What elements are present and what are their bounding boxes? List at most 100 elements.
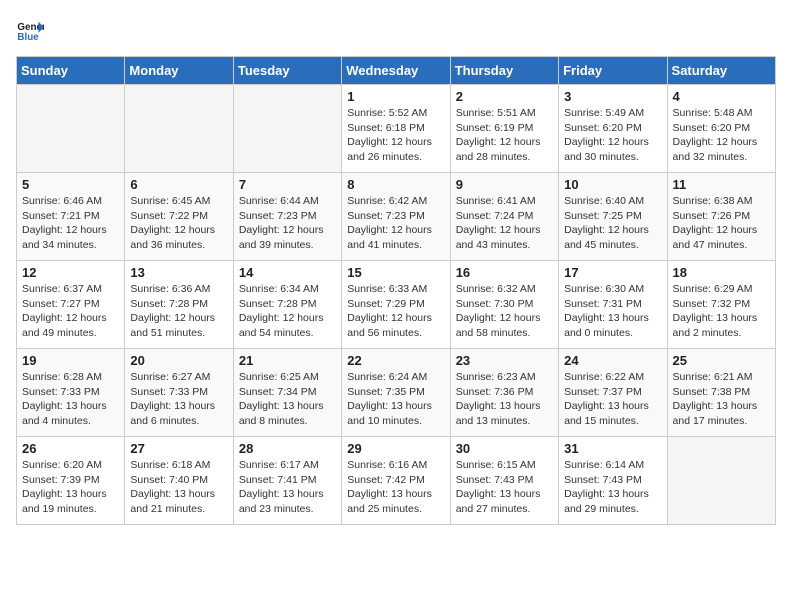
day-number: 13 [130,265,227,280]
day-number: 3 [564,89,661,104]
day-number: 10 [564,177,661,192]
day-info: Sunrise: 5:48 AM Sunset: 6:20 PM Dayligh… [673,106,770,165]
day-number: 16 [456,265,553,280]
calendar-cell: 8 Sunrise: 6:42 AM Sunset: 7:23 PM Daylig… [342,173,450,261]
calendar-cell: 29Sunrise: 6:16 AM Sunset: 7:42 PM Dayli… [342,437,450,525]
day-info: Sunrise: 6:24 AM Sunset: 7:35 PM Dayligh… [347,370,444,429]
day-info: Sunrise: 6:28 AM Sunset: 7:33 PM Dayligh… [22,370,119,429]
day-info: Sunrise: 5:49 AM Sunset: 6:20 PM Dayligh… [564,106,661,165]
day-number: 5 [22,177,119,192]
calendar-cell: 14 Sunrise: 6:34 AM Sunset: 7:28 PM Dayli… [233,261,341,349]
day-number: 2 [456,89,553,104]
day-info: Sunrise: 6:45 AM Sunset: 7:22 PM Dayligh… [130,194,227,253]
calendar-cell: 17Sunrise: 6:30 AM Sunset: 7:31 PM Dayli… [559,261,667,349]
day-info: Sunrise: 6:41 AM Sunset: 7:24 PM Dayligh… [456,194,553,253]
calendar-cell: 10 Sunrise: 6:40 AM Sunset: 7:25 PM Dayli… [559,173,667,261]
header: General Blue [16,16,776,44]
calendar-cell: 11Sunrise: 6:38 AM Sunset: 7:26 PM Dayli… [667,173,775,261]
day-info: Sunrise: 6:32 AM Sunset: 7:30 PM Dayligh… [456,282,553,341]
calendar-cell: 3 Sunrise: 5:49 AM Sunset: 6:20 PM Daylig… [559,85,667,173]
calendar-cell: 1 Sunrise: 5:52 AM Sunset: 6:18 PM Daylig… [342,85,450,173]
day-info: Sunrise: 5:52 AM Sunset: 6:18 PM Dayligh… [347,106,444,165]
svg-text:Blue: Blue [17,32,39,43]
day-number: 7 [239,177,336,192]
day-info: Sunrise: 6:33 AM Sunset: 7:29 PM Dayligh… [347,282,444,341]
day-info: Sunrise: 5:51 AM Sunset: 6:19 PM Dayligh… [456,106,553,165]
day-number: 25 [673,353,770,368]
day-number: 21 [239,353,336,368]
day-info: Sunrise: 6:42 AM Sunset: 7:23 PM Dayligh… [347,194,444,253]
calendar-week-row: 12 Sunrise: 6:37 AM Sunset: 7:27 PM Dayli… [17,261,776,349]
day-info: Sunrise: 6:21 AM Sunset: 7:38 PM Dayligh… [673,370,770,429]
header-cell-monday: Monday [125,57,233,85]
calendar-body: 1 Sunrise: 5:52 AM Sunset: 6:18 PM Daylig… [17,85,776,525]
calendar-cell: 27 Sunrise: 6:18 AM Sunset: 7:40 PM Dayli… [125,437,233,525]
day-number: 6 [130,177,227,192]
day-info: Sunrise: 6:15 AM Sunset: 7:43 PM Dayligh… [456,458,553,517]
calendar-week-row: 1 Sunrise: 5:52 AM Sunset: 6:18 PM Daylig… [17,85,776,173]
calendar-cell: 4 Sunrise: 5:48 AM Sunset: 6:20 PM Daylig… [667,85,775,173]
day-number: 15 [347,265,444,280]
day-info: Sunrise: 6:20 AM Sunset: 7:39 PM Dayligh… [22,458,119,517]
calendar-cell: 9 Sunrise: 6:41 AM Sunset: 7:24 PM Daylig… [450,173,558,261]
day-number: 8 [347,177,444,192]
day-number: 1 [347,89,444,104]
calendar-cell: 30Sunrise: 6:15 AM Sunset: 7:43 PM Dayli… [450,437,558,525]
calendar-cell: 28 Sunrise: 6:17 AM Sunset: 7:41 PM Dayli… [233,437,341,525]
day-info: Sunrise: 6:34 AM Sunset: 7:28 PM Dayligh… [239,282,336,341]
calendar-cell: 20Sunrise: 6:27 AM Sunset: 7:33 PM Dayli… [125,349,233,437]
header-cell-thursday: Thursday [450,57,558,85]
day-number: 14 [239,265,336,280]
calendar-week-row: 5 Sunrise: 6:46 AM Sunset: 7:21 PM Daylig… [17,173,776,261]
day-info: Sunrise: 6:14 AM Sunset: 7:43 PM Dayligh… [564,458,661,517]
calendar-cell [233,85,341,173]
day-info: Sunrise: 6:29 AM Sunset: 7:32 PM Dayligh… [673,282,770,341]
calendar-cell: 23 Sunrise: 6:23 AM Sunset: 7:36 PM Dayli… [450,349,558,437]
calendar-cell: 16 Sunrise: 6:32 AM Sunset: 7:30 PM Dayli… [450,261,558,349]
calendar-cell: 7Sunrise: 6:44 AM Sunset: 7:23 PM Daylig… [233,173,341,261]
calendar-cell: 24 Sunrise: 6:22 AM Sunset: 7:37 PM Dayli… [559,349,667,437]
calendar-cell: 12 Sunrise: 6:37 AM Sunset: 7:27 PM Dayli… [17,261,125,349]
day-number: 18 [673,265,770,280]
calendar-cell: 13Sunrise: 6:36 AM Sunset: 7:28 PM Dayli… [125,261,233,349]
day-number: 9 [456,177,553,192]
day-number: 22 [347,353,444,368]
day-info: Sunrise: 6:38 AM Sunset: 7:26 PM Dayligh… [673,194,770,253]
calendar-cell: 2 Sunrise: 5:51 AM Sunset: 6:19 PM Daylig… [450,85,558,173]
day-info: Sunrise: 6:18 AM Sunset: 7:40 PM Dayligh… [130,458,227,517]
day-number: 19 [22,353,119,368]
day-number: 4 [673,89,770,104]
day-info: Sunrise: 6:22 AM Sunset: 7:37 PM Dayligh… [564,370,661,429]
day-info: Sunrise: 6:46 AM Sunset: 7:21 PM Dayligh… [22,194,119,253]
header-cell-sunday: Sunday [17,57,125,85]
day-number: 12 [22,265,119,280]
calendar-table: SundayMondayTuesdayWednesdayThursdayFrid… [16,56,776,525]
calendar-week-row: 26Sunrise: 6:20 AM Sunset: 7:39 PM Dayli… [17,437,776,525]
calendar-cell: 5 Sunrise: 6:46 AM Sunset: 7:21 PM Daylig… [17,173,125,261]
day-number: 23 [456,353,553,368]
day-info: Sunrise: 6:40 AM Sunset: 7:25 PM Dayligh… [564,194,661,253]
calendar-cell: 19 Sunrise: 6:28 AM Sunset: 7:33 PM Dayli… [17,349,125,437]
day-number: 17 [564,265,661,280]
day-number: 24 [564,353,661,368]
day-info: Sunrise: 6:17 AM Sunset: 7:41 PM Dayligh… [239,458,336,517]
day-number: 20 [130,353,227,368]
calendar-cell [667,437,775,525]
logo-icon: General Blue [16,16,44,44]
header-cell-saturday: Saturday [667,57,775,85]
calendar-cell: 15 Sunrise: 6:33 AM Sunset: 7:29 PM Dayli… [342,261,450,349]
header-cell-wednesday: Wednesday [342,57,450,85]
day-number: 27 [130,441,227,456]
day-info: Sunrise: 6:23 AM Sunset: 7:36 PM Dayligh… [456,370,553,429]
logo: General Blue [16,16,44,44]
calendar-header-row: SundayMondayTuesdayWednesdayThursdayFrid… [17,57,776,85]
day-number: 28 [239,441,336,456]
calendar-week-row: 19 Sunrise: 6:28 AM Sunset: 7:33 PM Dayli… [17,349,776,437]
day-info: Sunrise: 6:37 AM Sunset: 7:27 PM Dayligh… [22,282,119,341]
day-info: Sunrise: 6:25 AM Sunset: 7:34 PM Dayligh… [239,370,336,429]
header-cell-tuesday: Tuesday [233,57,341,85]
calendar-cell: 21 Sunrise: 6:25 AM Sunset: 7:34 PM Dayli… [233,349,341,437]
calendar-cell: 6 Sunrise: 6:45 AM Sunset: 7:22 PM Daylig… [125,173,233,261]
header-cell-friday: Friday [559,57,667,85]
calendar-cell: 25 Sunrise: 6:21 AM Sunset: 7:38 PM Dayli… [667,349,775,437]
